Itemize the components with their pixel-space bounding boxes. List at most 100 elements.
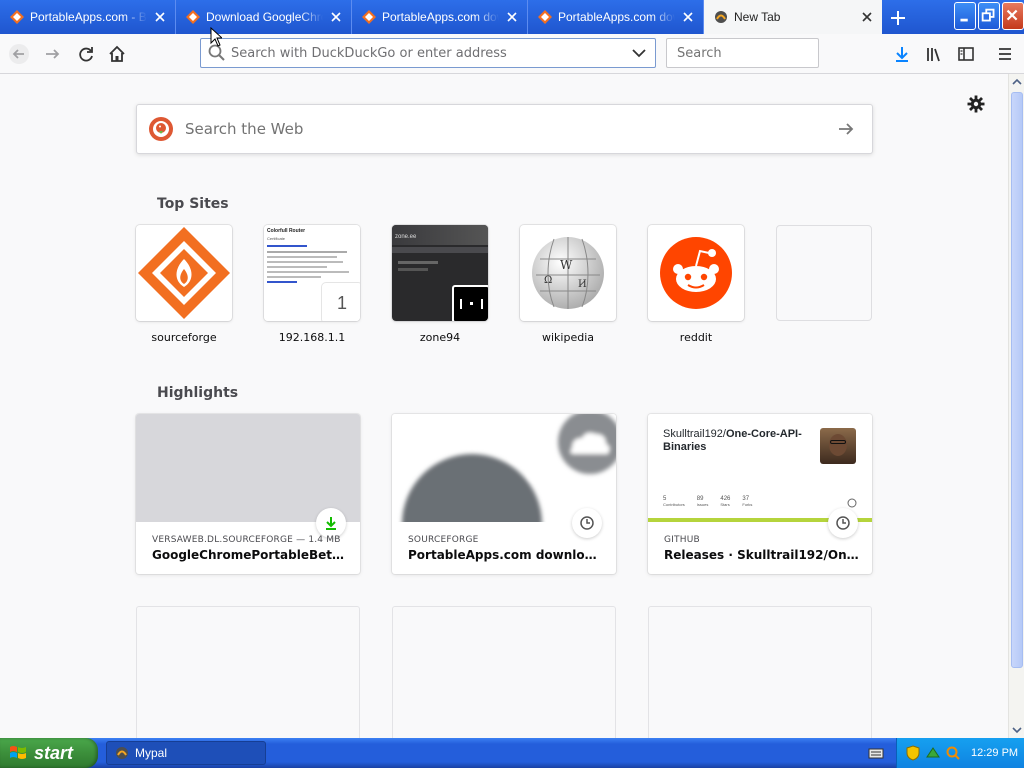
top-site-reddit[interactable]: reddit xyxy=(648,225,744,344)
card-host: GITHUB xyxy=(664,535,700,545)
windows-taskbar: start Mypal 12:29 PM xyxy=(0,738,1024,768)
highlight-card-googlechromeportable[interactable]: VERSAWEB.DL.SOURCEFORGE — 1.4 MB GoogleC… xyxy=(136,414,360,574)
svg-text:Ω: Ω xyxy=(544,275,552,286)
highlight-placeholder xyxy=(392,606,616,738)
new-tab-plus-icon[interactable] xyxy=(888,8,908,28)
stat-label: Issues xyxy=(696,502,709,507)
close-icon[interactable] xyxy=(505,10,519,24)
site-tile[interactable] xyxy=(648,225,744,321)
scroll-up-arrow-icon[interactable] xyxy=(1009,74,1024,90)
highlight-card-portableapps-sourceforge[interactable]: SOURCEFORGE PortableApps.com download | … xyxy=(392,414,616,574)
zone94-thumbnail-line xyxy=(398,268,428,271)
library-icon[interactable] xyxy=(924,44,944,64)
tab-portableapps-browse[interactable]: PortableApps.com - Browse xyxy=(0,0,176,34)
taskbar-item-mypal[interactable]: Mypal xyxy=(106,741,266,765)
github-avatar xyxy=(820,428,856,464)
highlight-card-github-releases[interactable]: Skulltrail192/One-Core-API-Binaries 5 Con… xyxy=(648,414,872,574)
tab-strip: PortableApps.com - Browse Download Googl… xyxy=(0,0,1024,34)
minimize-button[interactable] xyxy=(954,2,976,30)
zone94-thumbnail-banner: zone.ee xyxy=(392,225,488,245)
arrow-right-icon[interactable] xyxy=(836,119,856,139)
hamburger-menu-icon[interactable] xyxy=(995,44,1015,64)
close-icon[interactable] xyxy=(329,10,343,24)
card-preview xyxy=(392,414,616,522)
clock[interactable]: 12:29 PM xyxy=(971,747,1018,759)
tab-title: PortableApps.com down xyxy=(558,10,675,24)
portableapps-favicon-icon xyxy=(186,10,200,24)
stat-label: Forks xyxy=(742,502,753,507)
site-tile[interactable]: zone.ee xyxy=(392,225,488,321)
zone94-thumbnail-menu xyxy=(392,247,488,253)
stat-label: Stars xyxy=(720,502,730,507)
address-bar[interactable] xyxy=(200,38,656,68)
download-icon[interactable] xyxy=(892,44,912,64)
card-title: Releases · Skulltrail192/One-Cor... xyxy=(664,548,860,562)
site-tile[interactable] xyxy=(136,225,232,321)
card-preview xyxy=(136,414,360,522)
search-tray-icon[interactable] xyxy=(945,745,961,761)
stat-contributors: 5 Contributors xyxy=(663,496,685,508)
card-title: GoogleChromePortableBeta_12... xyxy=(152,548,348,562)
highlight-placeholder xyxy=(136,606,360,738)
tab-title: PortableApps.com down xyxy=(382,10,499,24)
navigation-toolbar xyxy=(0,34,1024,74)
svg-text:И: И xyxy=(578,279,587,290)
top-site-empty[interactable] xyxy=(776,225,872,321)
reddit-logo-icon xyxy=(660,237,732,309)
scrollbar-thumb[interactable] xyxy=(1011,92,1023,668)
card-title: PortableApps.com download | S... xyxy=(408,548,604,562)
tab-new-tab[interactable]: New Tab xyxy=(704,0,882,34)
close-icon[interactable] xyxy=(153,10,167,24)
site-tile[interactable]: W Ω И xyxy=(520,225,616,321)
mouse-cursor-icon xyxy=(210,27,222,47)
network-icon[interactable] xyxy=(925,745,941,761)
start-button[interactable]: start xyxy=(0,738,98,768)
top-site-sourceforge[interactable]: sourceforge xyxy=(136,225,232,344)
sidebar-icon[interactable] xyxy=(956,44,976,64)
mypal-favicon-icon xyxy=(715,11,727,23)
top-site-wikipedia[interactable]: W Ω И wikipedia xyxy=(520,225,616,344)
tab-portableapps-download-2[interactable]: PortableApps.com down xyxy=(528,0,704,34)
favicon-dot xyxy=(470,302,473,305)
router-thumbnail-line xyxy=(267,271,349,273)
home-icon[interactable] xyxy=(107,44,127,64)
restore-button[interactable] xyxy=(978,2,1000,30)
search-bar[interactable] xyxy=(666,38,851,68)
close-icon[interactable] xyxy=(681,10,695,24)
forward-arrow-icon[interactable] xyxy=(43,44,63,64)
tab-title: New Tab xyxy=(734,10,781,24)
keyboard-icon[interactable] xyxy=(868,745,884,761)
back-arrow-icon[interactable] xyxy=(9,44,29,64)
router-thumbnail-subheading: Certificate xyxy=(267,236,286,241)
tab-download-googlechrome[interactable]: Download GoogleChrome xyxy=(176,0,352,34)
close-icon[interactable] xyxy=(860,10,874,24)
tab-portableapps-download-1[interactable]: PortableApps.com down xyxy=(352,0,528,34)
router-thumbnail-line xyxy=(267,256,337,258)
chevron-down-icon[interactable] xyxy=(629,43,649,63)
scroll-down-arrow-icon[interactable] xyxy=(1009,722,1024,738)
security-shield-icon[interactable] xyxy=(905,745,921,761)
top-site-label: zone94 xyxy=(419,331,461,344)
vertical-scrollbar[interactable] xyxy=(1008,74,1024,738)
router-thumbnail-line xyxy=(267,261,343,263)
gear-icon[interactable] xyxy=(966,94,986,114)
zone94-thumbnail-logo: zone.ee xyxy=(395,234,417,240)
minimize-icon xyxy=(960,18,968,22)
address-input[interactable] xyxy=(227,40,629,66)
top-site-router[interactable]: ColorfulI Router Certificate 1 192.168.1… xyxy=(264,225,360,344)
clock-icon xyxy=(836,516,850,530)
web-search-box[interactable] xyxy=(136,104,873,154)
windows-logo-icon xyxy=(10,746,26,759)
search-input[interactable] xyxy=(673,40,851,66)
router-thumbnail-line xyxy=(267,281,297,283)
window-close-button[interactable] xyxy=(1002,2,1024,30)
restore-icon xyxy=(981,8,995,22)
portableapps-favicon-icon xyxy=(10,10,24,24)
favicon-bar xyxy=(460,299,462,309)
web-search-input[interactable] xyxy=(183,109,836,149)
top-site-zone94[interactable]: zone.ee zone94 xyxy=(392,225,488,344)
reload-icon[interactable] xyxy=(76,44,96,64)
avatar-face xyxy=(829,434,847,456)
router-thumbnail-heading: ColorfulI Router xyxy=(267,228,306,234)
site-tile[interactable]: ColorfulI Router Certificate 1 xyxy=(264,225,360,321)
